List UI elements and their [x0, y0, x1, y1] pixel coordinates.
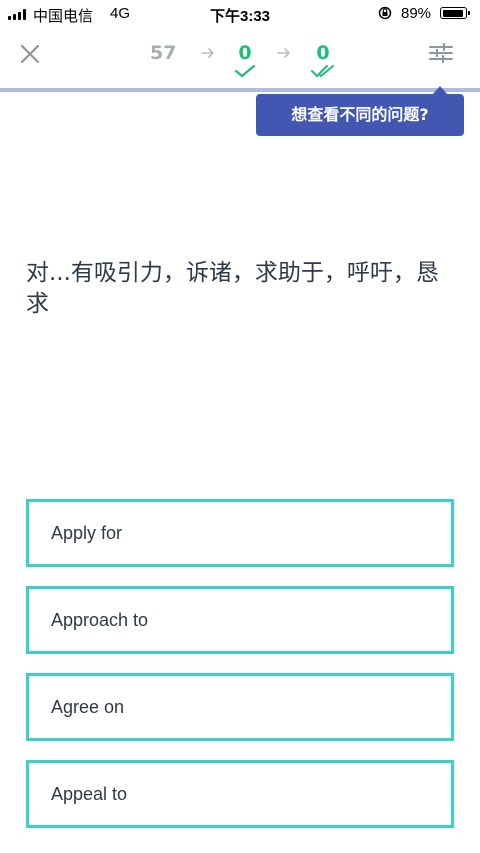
mastered-count: 0	[316, 42, 330, 64]
correct-counter: 0	[230, 42, 260, 78]
answer-option[interactable]: Appeal to	[26, 760, 454, 828]
remaining-count: 57	[150, 42, 177, 64]
mastered-counter: 0	[306, 42, 340, 78]
different-questions-tooltip[interactable]: 想查看不同的问题?	[256, 94, 464, 136]
arrow-right-icon	[277, 48, 290, 58]
arrow-right-icon	[201, 48, 214, 58]
battery-percent: 89%	[401, 5, 432, 22]
answer-option[interactable]: Agree on	[26, 673, 454, 741]
double-check-icon	[311, 65, 334, 77]
status-bar: 中国电信 4G 下午3:33 89%	[0, 0, 480, 28]
settings-sliders-icon[interactable]	[428, 42, 454, 64]
answer-option[interactable]: Apply for	[26, 499, 454, 567]
battery-icon	[440, 7, 470, 19]
answer-option[interactable]: Approach to	[26, 586, 454, 654]
check-icon	[234, 64, 256, 78]
rotation-lock-icon	[378, 6, 392, 20]
close-icon[interactable]	[18, 42, 42, 66]
progress-bar	[0, 88, 480, 92]
correct-count: 0	[238, 42, 252, 64]
question-prompt: 对...有吸引力，诉诸，求助于，呼吁，恳求	[26, 260, 439, 317]
